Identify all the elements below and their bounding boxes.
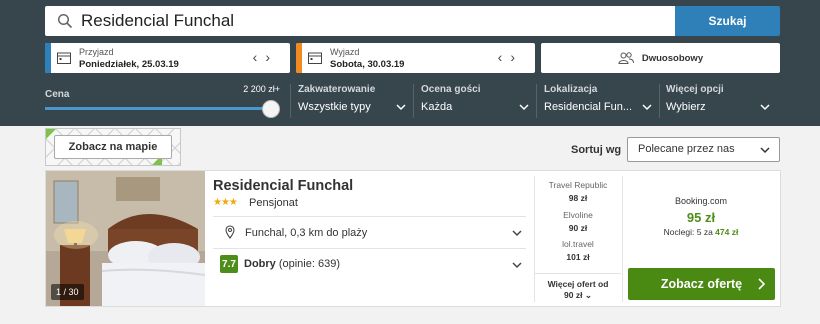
offer-provider: Travel Republic	[548, 180, 608, 190]
room-selector[interactable]: Dwuosobowy	[541, 43, 780, 73]
accommodation-value: Wszystkie typy	[298, 101, 371, 113]
room-label: Dwuosobowy	[641, 52, 704, 64]
offer-provider: lol.travel	[562, 239, 594, 249]
star-rating-icon: ★★★	[213, 197, 238, 208]
divider	[213, 248, 526, 249]
calendar-icon	[308, 52, 322, 64]
price-filter[interactable]: Cena 2 200 zł+	[45, 84, 280, 118]
guest-rating-label: Ocena gości	[421, 84, 481, 95]
offer-provider: Elvoline	[563, 210, 593, 220]
location-label: Lokalizacja	[544, 84, 598, 95]
offer-price: 101 zł	[566, 252, 590, 262]
hotel-name[interactable]: Residencial Funchal	[213, 178, 353, 194]
hotel-type: Pensjonat	[249, 197, 298, 209]
chevron-down-icon	[519, 104, 529, 111]
search-icon	[57, 13, 73, 29]
column-divider	[622, 176, 623, 302]
calendar-icon	[57, 52, 71, 64]
best-offer-provider: Booking.com	[674, 196, 728, 206]
filter-divider	[659, 84, 660, 118]
accommodation-filter[interactable]: Zakwaterowanie Wszystkie typy	[298, 84, 406, 118]
more-options-filter[interactable]: Więcej opcji Wybierz	[666, 84, 770, 118]
location-text: Funchal, 0,3 km do plaży	[245, 227, 368, 239]
chevron-down-icon: ⌄	[584, 290, 592, 300]
sort-label: Sortuj wg	[571, 144, 622, 156]
rating-row[interactable]: 7.7 Dobry (opinie: 639)	[213, 255, 526, 275]
more-offers-price: 90 zł	[564, 290, 583, 300]
nights-total: 474 zł	[715, 227, 739, 237]
filter-divider	[290, 84, 291, 118]
chevron-down-icon	[760, 147, 770, 154]
nights-label: Noclegi: 5 za	[663, 227, 713, 237]
guest-rating-value: Każda	[421, 101, 453, 113]
sort-select[interactable]: Polecane przez nas	[627, 137, 780, 162]
more-options-label: Więcej opcji	[666, 84, 724, 95]
filter-divider	[536, 84, 537, 118]
view-offer-button[interactable]: Zobacz ofertę	[628, 268, 775, 300]
date-prev-next-icon[interactable]: ‹›	[253, 49, 278, 65]
location-row[interactable]: Funchal, 0,3 km do plaży	[213, 222, 526, 242]
chevron-down-icon	[396, 104, 406, 111]
show-on-map-button[interactable]: Zobacz na mapie	[54, 135, 172, 159]
best-offer-price: 95 zł	[686, 210, 716, 225]
checkout-date[interactable]: Wyjazd Sobota, 30.03.19 ‹›	[296, 43, 535, 73]
checkin-label: Przyjazd	[79, 47, 114, 57]
hotel-result-card: 1 / 30 Residencial Funchal ★★★ Pensjonat…	[45, 170, 781, 307]
location-value: Residencial Fun...	[544, 101, 633, 113]
location-filter[interactable]: Lokalizacja Residencial Fun...	[544, 84, 652, 118]
hotel-photo[interactable]: 1 / 30	[46, 171, 205, 306]
rating-word: Dobry	[244, 258, 276, 270]
more-options-value: Wybierz	[666, 101, 706, 113]
chevron-down-icon	[512, 230, 522, 237]
offer-item[interactable]: Elvoline 90 zł	[535, 210, 621, 233]
chevron-right-icon	[758, 278, 765, 290]
guest-rating-filter[interactable]: Ocena gości Każda	[421, 84, 529, 118]
offer-item[interactable]: Travel Republic 98 zł	[535, 180, 621, 203]
checkin-value: Poniedziałek, 25.03.19	[79, 59, 179, 70]
price-filter-label: Cena	[45, 89, 70, 100]
checkout-accent	[296, 43, 302, 73]
price-slider-track[interactable]	[45, 107, 270, 110]
map-pin-icon	[225, 225, 235, 239]
date-prev-next-icon[interactable]: ‹›	[498, 49, 523, 65]
checkin-date[interactable]: Przyjazd Poniedziałek, 25.03.19 ‹›	[45, 43, 290, 73]
checkout-value: Sobota, 30.03.19	[330, 59, 405, 70]
more-offers-label: Więcej ofert od	[547, 279, 609, 289]
best-offer: Booking.com 95 zł Noclegi: 5 za 474 zł	[626, 196, 776, 237]
rating-text: Dobry (opinie: 639)	[244, 258, 340, 270]
more-offers-link[interactable]: Więcej ofert od 90 zł ⌄	[535, 273, 621, 301]
price-max-value: 2 200 zł+	[243, 84, 280, 94]
photo-counter: 1 / 30	[51, 284, 84, 300]
filter-divider	[413, 84, 414, 118]
accommodation-label: Zakwaterowanie	[298, 84, 376, 95]
guests-icon	[618, 52, 634, 64]
price-slider-handle[interactable]	[262, 100, 280, 118]
rating-score-badge: 7.7	[220, 255, 238, 273]
chevron-down-icon	[512, 262, 522, 269]
search-button[interactable]: Szukaj	[675, 6, 780, 36]
offer-price: 98 zł	[568, 193, 588, 203]
offer-item[interactable]: lol.travel 101 zł	[535, 239, 621, 262]
chevron-down-icon	[642, 104, 652, 111]
divider	[213, 216, 526, 217]
checkin-accent	[45, 43, 51, 73]
more-offers-price-row: 90 zł ⌄	[535, 290, 621, 301]
rating-count: (opinie: 639)	[278, 258, 340, 270]
checkout-label: Wyjazd	[330, 47, 360, 57]
offer-price: 90 zł	[568, 223, 588, 233]
search-input[interactable]	[81, 6, 661, 36]
best-offer-nights: Noclegi: 5 za 474 zł	[626, 227, 776, 237]
chevron-down-icon	[760, 104, 770, 111]
search-box[interactable]	[45, 6, 675, 36]
sort-value: Polecane przez nas	[638, 143, 735, 155]
view-offer-label: Zobacz ofertę	[660, 277, 743, 291]
